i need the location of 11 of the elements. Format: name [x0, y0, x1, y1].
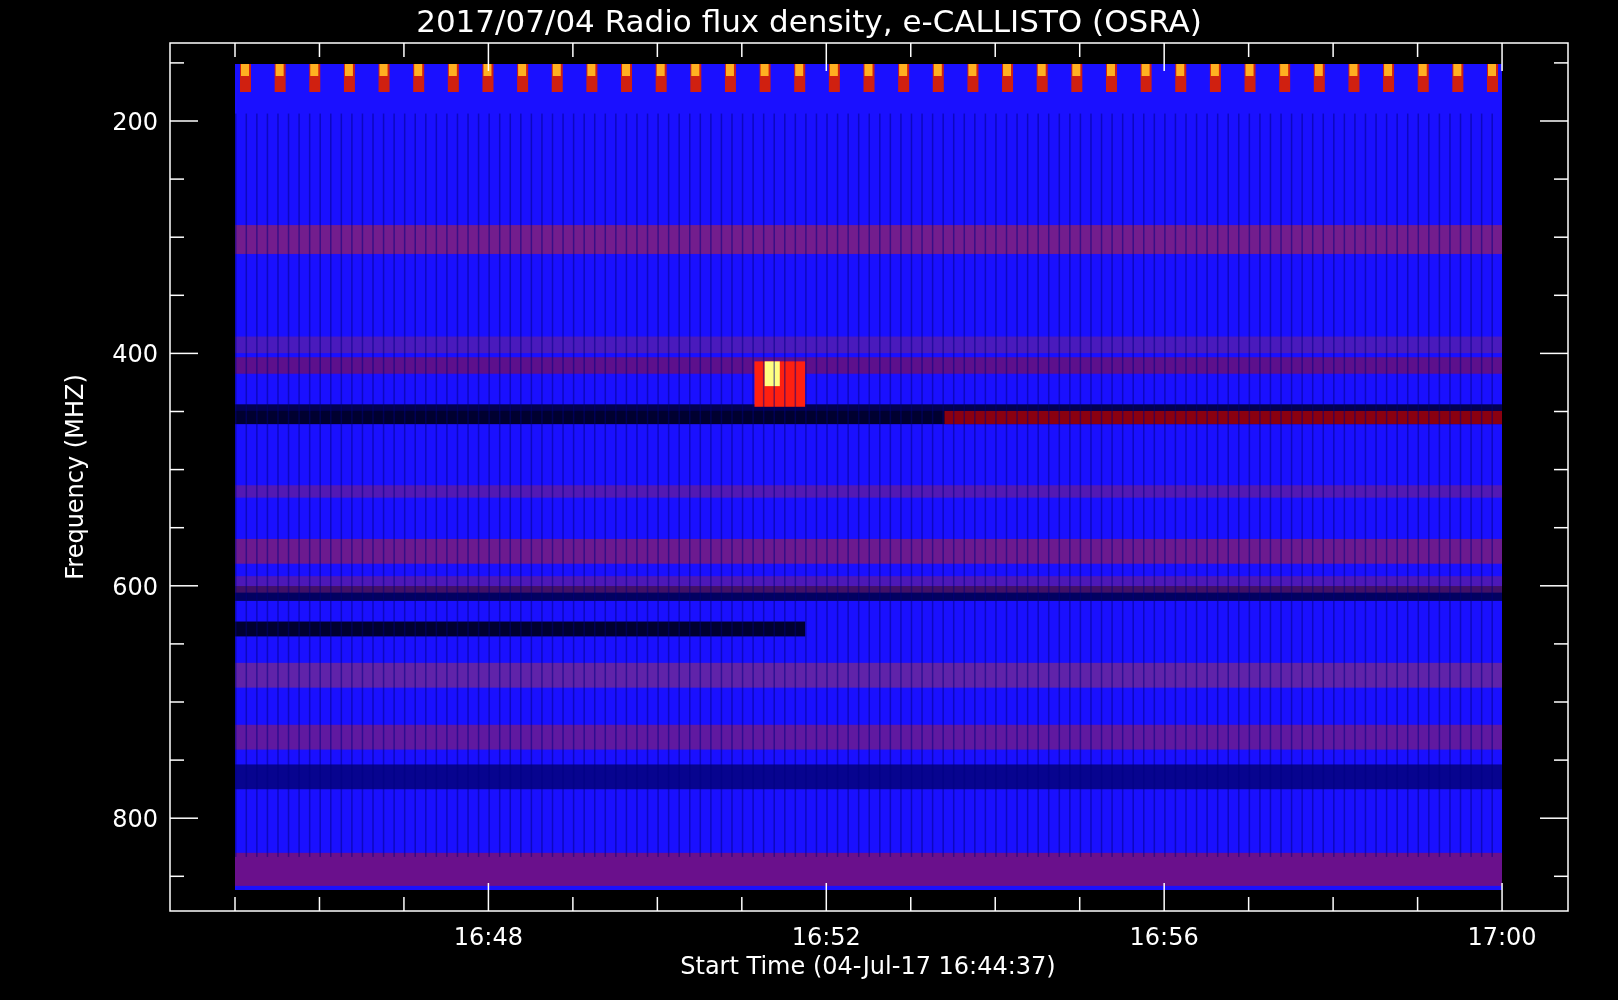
x-tick-label: 17:00 — [1467, 923, 1537, 951]
x-tick-label: 16:48 — [453, 923, 523, 951]
x-axis-label: Start Time (04-Jul-17 16:44:37) — [680, 952, 1056, 980]
y-tick-label: 400 — [112, 340, 158, 369]
x-tick-label: 16:52 — [791, 923, 861, 951]
y-tick-label: 600 — [112, 572, 158, 601]
chart-title: 2017/07/04 Radio flux density, e-CALLISTO (OSRA) — [416, 3, 1202, 39]
y-tick-label: 200 — [112, 108, 158, 136]
x-tick-label: 16:56 — [1129, 923, 1199, 951]
y-tick-label: 800 — [112, 805, 158, 834]
y-axis-label: Frequency (MHZ) — [61, 374, 89, 580]
